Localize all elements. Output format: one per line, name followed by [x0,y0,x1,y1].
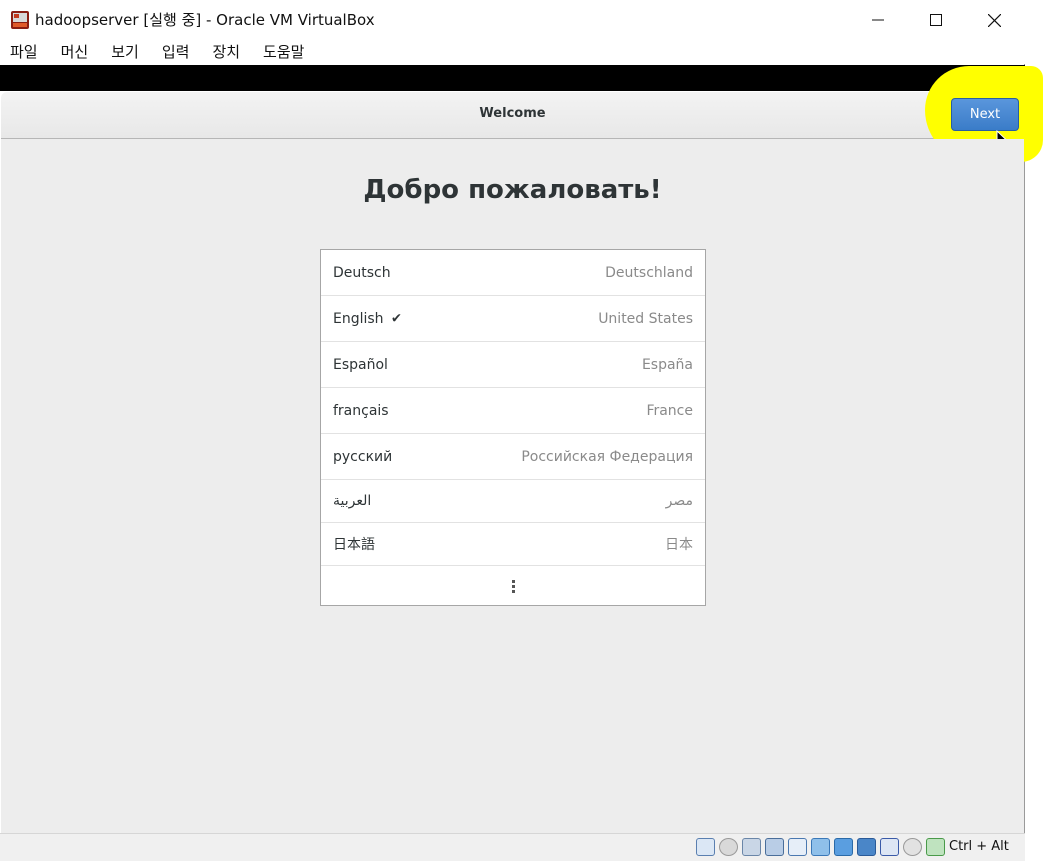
more-vertical-icon [511,579,515,593]
language-region: United States [598,310,693,327]
menu-devices[interactable]: 장치 [212,40,240,64]
welcome-heading: Добро пожаловать! [363,175,662,205]
language-row-deutsch[interactable]: Deutsch Deutschland [321,250,705,296]
welcome-content: Добро пожаловать! Deutsch Deutschland En… [1,139,1024,833]
minimize-button[interactable] [849,0,907,40]
cpu-icon[interactable] [880,838,899,856]
language-name: Español [333,356,388,373]
video-capture-icon[interactable] [857,838,876,856]
menu-help[interactable]: 도움말 [263,40,304,64]
title-bar: hadoopserver [실행 중] - Oracle VM VirtualB… [0,0,1025,40]
maximize-button[interactable] [907,0,965,40]
language-region: 日本 [665,537,693,553]
page-title: Welcome [479,106,546,121]
language-list: Deutsch Deutschland English ✔ United Sta… [320,249,706,606]
window-title: hadoopserver [실행 중] - Oracle VM VirtualB… [35,11,375,29]
language-region: Российская Федерация [521,448,693,465]
language-row-arabic[interactable]: العربية مصر [321,480,705,523]
close-icon [987,13,1001,27]
maximize-icon [930,14,942,26]
menu-machine[interactable]: 머신 [61,40,89,64]
network-icon[interactable] [765,838,784,856]
language-row-japanese[interactable]: 日本語 日本 [321,523,705,566]
language-name: العربية [333,493,372,509]
gnome-top-bar [0,65,1025,91]
language-name: English [333,310,384,327]
language-row-russian[interactable]: русский Российская Федерация [321,434,705,480]
status-icons [696,838,945,856]
menu-input[interactable]: 입력 [162,40,190,64]
optical-drive-icon[interactable] [719,838,738,856]
language-row-francais[interactable]: français France [321,388,705,434]
language-name: 日本語 [333,537,375,553]
mouse-integration-icon[interactable] [903,838,922,856]
status-bar: Ctrl + Alt [0,833,1025,861]
language-row-espanol[interactable]: Español España [321,342,705,388]
language-region: مصر [665,493,693,509]
header-bar: Welcome [1,92,1024,139]
checkmark-icon: ✔ [391,311,402,326]
language-name: français [333,402,389,419]
shared-folders-icon[interactable] [811,838,830,856]
language-region: Deutschland [605,264,693,281]
hard-disk-icon[interactable] [696,838,715,856]
audio-icon[interactable] [742,838,761,856]
virtualbox-app-icon [11,11,29,29]
minimize-icon [872,19,884,21]
language-name: русский [333,448,393,465]
language-name: Deutsch [333,264,391,281]
close-button[interactable] [965,0,1023,40]
usb-icon[interactable] [788,838,807,856]
menu-file[interactable]: 파일 [10,40,38,64]
keyboard-icon[interactable] [926,838,945,856]
display-icon[interactable] [834,838,853,856]
language-region: España [641,356,693,373]
more-languages-button[interactable] [321,566,705,606]
menu-view[interactable]: 보기 [111,40,139,64]
next-button[interactable]: Next [951,98,1019,131]
virtualbox-window: hadoopserver [실행 중] - Oracle VM VirtualB… [0,0,1043,861]
language-region: France [646,402,693,419]
host-key-label: Ctrl + Alt [949,839,1009,854]
language-row-english[interactable]: English ✔ United States [321,296,705,342]
menu-bar: 파일 머신 보기 입력 장치 도움말 [0,40,1025,64]
